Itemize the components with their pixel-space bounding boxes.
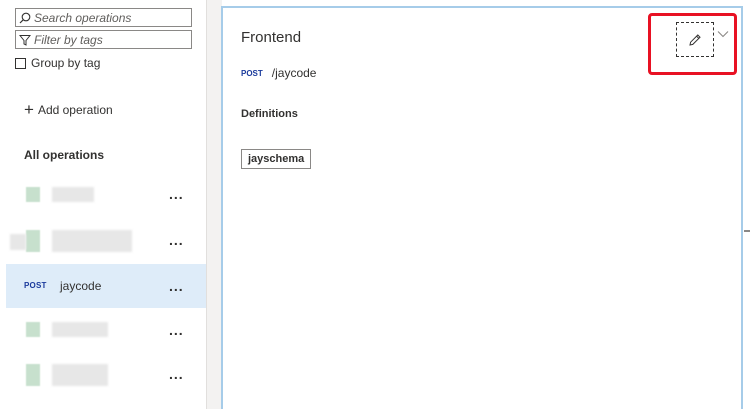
redacted-fragment xyxy=(10,234,26,250)
plus-icon: + xyxy=(24,100,34,119)
group-by-tag-checkbox[interactable] xyxy=(15,57,26,69)
scroll-edge-mark xyxy=(744,230,750,232)
more-options-icon[interactable]: ... xyxy=(169,366,184,382)
operation-name: jaycode xyxy=(60,279,102,293)
operation-row-jaycode[interactable]: POST jaycode ... xyxy=(6,264,208,308)
group-by-tag-label: Group by tag xyxy=(31,56,101,70)
redacted-method xyxy=(26,364,40,386)
all-operations-heading[interactable]: All operations xyxy=(24,148,104,162)
frontend-endpoint: POST /jaycode xyxy=(241,66,316,80)
operation-row[interactable]: ... xyxy=(6,308,208,352)
frontend-title: Frontend xyxy=(241,29,302,46)
more-options-icon[interactable]: ... xyxy=(169,278,184,294)
redacted-method xyxy=(26,322,40,337)
endpoint-path: /jaycode xyxy=(271,66,317,80)
redacted-name xyxy=(52,230,132,252)
filter-by-tags-input[interactable] xyxy=(31,32,184,47)
search-operations-box[interactable] xyxy=(15,8,192,27)
redacted-name xyxy=(52,187,94,202)
add-operation-label: Add operation xyxy=(37,103,113,117)
operations-panel: Group by tag + Add operation All operati… xyxy=(0,0,208,409)
redacted-name xyxy=(52,364,108,386)
highlight-annotation-box xyxy=(648,13,737,75)
operation-row[interactable]: ... xyxy=(6,218,208,262)
definitions-label: Definitions xyxy=(241,108,298,120)
panel-gutter xyxy=(207,0,222,409)
operation-method: POST xyxy=(24,281,47,290)
operation-row[interactable]: ... xyxy=(6,352,208,396)
group-by-tag-row[interactable]: Group by tag xyxy=(15,56,100,70)
add-operation-button[interactable]: + Add operation xyxy=(24,100,113,119)
definition-chip-jayschema[interactable]: jayschema xyxy=(241,149,312,169)
redacted-method xyxy=(26,187,40,202)
endpoint-method: POST xyxy=(241,68,263,78)
search-icon xyxy=(19,12,31,23)
operation-row[interactable]: ... xyxy=(6,172,208,216)
redacted-name xyxy=(52,322,108,337)
filter-by-tags-box[interactable] xyxy=(15,30,192,49)
more-options-icon[interactable]: ... xyxy=(169,232,184,248)
filter-icon xyxy=(19,34,31,46)
more-options-icon[interactable]: ... xyxy=(169,186,184,202)
redacted-method xyxy=(26,230,40,252)
more-options-icon[interactable]: ... xyxy=(169,322,184,338)
search-operations-input[interactable] xyxy=(31,10,184,25)
